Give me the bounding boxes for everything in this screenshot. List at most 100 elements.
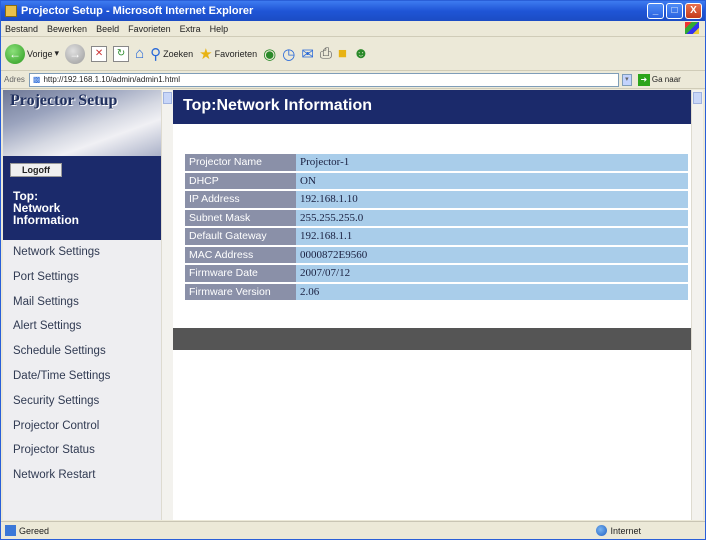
- table-row: Subnet Mask 255.255.255.0: [185, 209, 688, 226]
- sidebar-item-security-settings[interactable]: Security Settings: [3, 389, 161, 414]
- security-zone: Internet: [596, 525, 641, 536]
- address-label: Adres: [4, 75, 25, 84]
- minimize-button[interactable]: _: [647, 3, 664, 19]
- sidebar-item-projector-control[interactable]: Projector Control: [3, 414, 161, 439]
- info-label: Subnet Mask: [185, 209, 296, 226]
- network-info-table: Projector Name Projector-1 DHCP ON IP Ad…: [185, 152, 688, 302]
- main-scrollbar[interactable]: [691, 90, 703, 520]
- search-label: Zoeken: [163, 48, 194, 59]
- logoff-button[interactable]: Logoff: [10, 163, 62, 177]
- menu-tools[interactable]: Extra: [180, 24, 201, 34]
- go-button[interactable]: ➜ Ga naar: [637, 73, 681, 86]
- main-footer-bar: [173, 328, 691, 350]
- favorites-label: Favorieten: [214, 48, 258, 59]
- info-label: Default Gateway: [185, 228, 296, 245]
- browser-window: Projector Setup - Microsoft Internet Exp…: [0, 0, 706, 540]
- sidebar-item-date-time-settings[interactable]: Date/Time Settings: [3, 364, 161, 389]
- info-value: 2.06: [296, 283, 688, 300]
- address-input[interactable]: ▩ http://192.168.1.10/admin/admin1.html: [28, 72, 619, 87]
- windows-flag-icon: [685, 22, 699, 34]
- sidebar-nav: Network Settings Port Settings Mail Sett…: [3, 240, 161, 488]
- current-section-line: Information: [13, 213, 79, 227]
- page-viewport: Projector Setup Logoff Top: Network Info…: [3, 90, 703, 520]
- zone-label: Internet: [610, 525, 641, 536]
- menu-view[interactable]: Beeld: [96, 24, 119, 34]
- info-value: 0000872E9560: [296, 246, 688, 263]
- mail-icon[interactable]: ✉: [301, 45, 314, 63]
- address-bar: Adres ▩ http://192.168.1.10/admin/admin1…: [1, 71, 705, 89]
- stop-icon[interactable]: ✕: [91, 45, 108, 62]
- table-row: IP Address 192.168.1.10: [185, 191, 688, 208]
- info-label: IP Address: [185, 191, 296, 208]
- globe-icon: [596, 525, 608, 536]
- back-button[interactable]: ← Vorige ▾: [5, 43, 60, 64]
- menu-edit[interactable]: Bewerken: [47, 24, 87, 34]
- folder-icon[interactable]: ■: [338, 45, 347, 62]
- dropdown-arrow-icon: ▾: [54, 48, 60, 58]
- refresh-icon[interactable]: ↻: [113, 45, 130, 62]
- menu-file[interactable]: Bestand: [5, 24, 38, 34]
- sidebar-item-projector-status[interactable]: Projector Status: [3, 438, 161, 463]
- address-url: http://192.168.1.10/admin/admin1.html: [43, 75, 180, 84]
- sidebar-item-schedule-settings[interactable]: Schedule Settings: [3, 339, 161, 364]
- info-value: ON: [296, 172, 688, 189]
- sidebar-scrollbar[interactable]: [161, 90, 173, 520]
- page-title: Top:Network Information: [183, 97, 373, 114]
- main-content: Top:Network Information Projector Name P…: [173, 90, 691, 520]
- title-bar: Projector Setup - Microsoft Internet Exp…: [1, 1, 705, 21]
- page-icon: ▩: [32, 75, 41, 84]
- info-value: Projector-1: [296, 154, 688, 171]
- table-row: MAC Address 0000872E9560: [185, 246, 688, 263]
- info-label: Projector Name: [185, 154, 296, 171]
- favorites-button[interactable]: ★ Favorieten: [199, 45, 257, 63]
- info-label: MAC Address: [185, 246, 296, 263]
- messenger-icon[interactable]: ☻: [353, 45, 369, 62]
- go-arrow-icon: ➜: [637, 73, 650, 86]
- status-bar: Gereed Internet: [1, 521, 705, 539]
- table-row: Projector Name Projector-1: [185, 154, 688, 171]
- scroll-up-arrow[interactable]: [693, 92, 702, 104]
- print-icon[interactable]: ⎙: [320, 45, 332, 62]
- sidebar-item-network-restart[interactable]: Network Restart: [3, 463, 161, 488]
- table-row: DHCP ON: [185, 172, 688, 189]
- maximize-button[interactable]: □: [666, 3, 683, 19]
- search-button[interactable]: ⚲ Zoeken: [150, 45, 193, 63]
- info-label: Firmware Version: [185, 283, 296, 300]
- menu-bar: Bestand Bewerken Beeld Favorieten Extra …: [1, 21, 705, 37]
- info-label: Firmware Date: [185, 265, 296, 282]
- sidebar-logo: Projector Setup: [10, 92, 118, 109]
- info-value: 255.255.255.0: [296, 209, 688, 226]
- sidebar-item-alert-settings[interactable]: Alert Settings: [3, 314, 161, 339]
- search-icon: ⚲: [150, 45, 162, 63]
- status-text: Gereed: [19, 525, 50, 536]
- forward-button[interactable]: →: [65, 43, 86, 64]
- info-label: DHCP: [185, 172, 296, 189]
- menu-favorites[interactable]: Favorieten: [128, 24, 171, 34]
- table-row: Firmware Version 2.06: [185, 283, 688, 300]
- page-status-icon: [5, 525, 16, 536]
- sidebar-item-port-settings[interactable]: Port Settings: [3, 265, 161, 290]
- app-icon: [5, 5, 17, 17]
- sidebar-item-network-settings[interactable]: Network Settings: [3, 240, 161, 265]
- window-title: Projector Setup - Microsoft Internet Exp…: [21, 5, 254, 17]
- sidebar: Projector Setup Logoff Top: Network Info…: [3, 90, 161, 520]
- toolbar: ← Vorige ▾ → ✕ ↻ ⌂ ⚲ Zoeken ★ Favorieten…: [1, 37, 705, 71]
- scroll-up-arrow[interactable]: [163, 92, 172, 104]
- window-controls: _ □ X: [647, 3, 702, 19]
- go-label: Ga naar: [651, 75, 681, 84]
- info-value: 192.168.1.1: [296, 228, 688, 245]
- menu-help[interactable]: Help: [210, 24, 229, 34]
- history-icon[interactable]: ◷: [282, 45, 295, 63]
- table-row: Default Gateway 192.168.1.1: [185, 228, 688, 245]
- info-value: 192.168.1.10: [296, 191, 688, 208]
- sidebar-item-mail-settings[interactable]: Mail Settings: [3, 290, 161, 315]
- back-arrow-icon: ←: [5, 43, 25, 64]
- address-dropdown-icon[interactable]: ▾: [621, 73, 632, 86]
- table-row: Firmware Date 2007/07/12: [185, 265, 688, 282]
- home-icon[interactable]: ⌂: [135, 45, 144, 62]
- star-icon: ★: [199, 45, 213, 63]
- info-value: 2007/07/12: [296, 265, 688, 282]
- back-label: Vorige: [27, 48, 53, 59]
- media-icon[interactable]: ◉: [263, 45, 276, 63]
- close-button[interactable]: X: [685, 3, 702, 19]
